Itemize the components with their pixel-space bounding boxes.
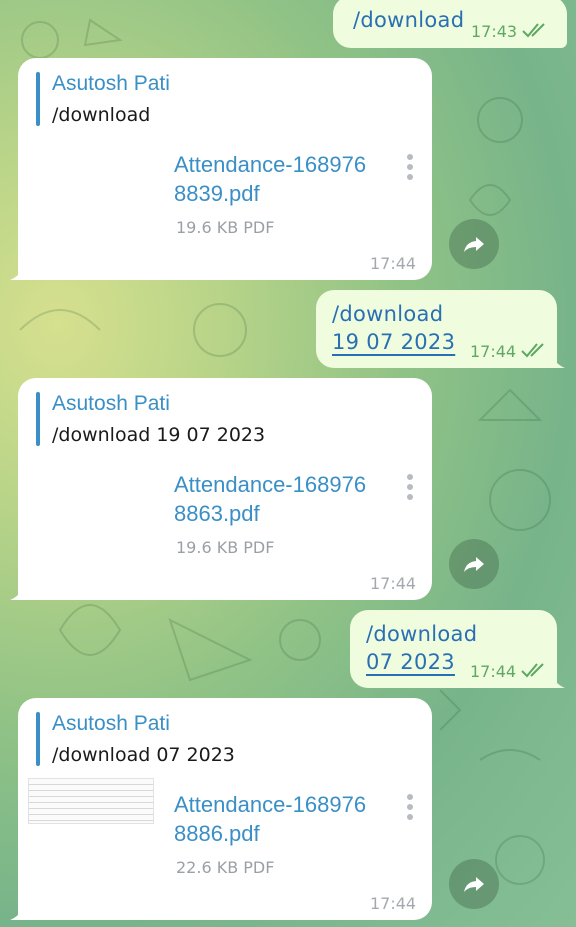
forward-arrow-icon — [464, 237, 484, 252]
reply-bar — [36, 392, 40, 446]
forward-arrow-icon — [464, 877, 484, 892]
message-time: 17:44 — [470, 662, 517, 681]
file-size: 19.6 KB PDF — [176, 218, 275, 237]
message-time: 17:44 — [370, 574, 417, 593]
file-size: 22.6 KB PDF — [176, 858, 275, 877]
bubble-tail — [10, 264, 26, 280]
outgoing-message-3[interactable]: /download 07 2023 17:44 — [350, 610, 565, 688]
quoted-command: /download — [52, 104, 151, 126]
incoming-message-1[interactable]: Asutosh Pati /download Attendance-168976… — [10, 58, 432, 280]
forward-button[interactable] — [449, 859, 499, 909]
outgoing-message-2[interactable]: /download 19 07 2023 17:44 — [316, 290, 565, 368]
file-name-line2[interactable]: 8863.pdf — [174, 499, 366, 528]
file-name-line2[interactable]: 8886.pdf — [174, 819, 366, 848]
forward-button[interactable] — [449, 539, 499, 589]
message-time: 17:44 — [370, 254, 417, 273]
reply-bar — [36, 72, 40, 126]
double-check-icon — [522, 23, 545, 38]
message-text: /download — [366, 622, 478, 646]
quoted-command: /download 07 2023 — [52, 744, 235, 766]
double-check-icon — [521, 663, 544, 678]
file-menu-icon[interactable] — [406, 474, 414, 502]
bubble-tail — [10, 584, 26, 600]
outgoing-message-1[interactable]: /download 17:43 — [333, 0, 567, 48]
date-link[interactable]: 07 2023 — [366, 650, 455, 674]
incoming-message-3[interactable]: Asutosh Pati /download 07 2023 Attendanc… — [10, 698, 432, 920]
sender-name[interactable]: Asutosh Pati — [52, 712, 170, 736]
file-name[interactable]: Attendance-168976 8863.pdf — [174, 470, 366, 528]
file-size: 19.6 KB PDF — [176, 538, 275, 557]
message-time: 17:44 — [370, 894, 417, 913]
message-text: /download — [353, 8, 465, 32]
double-check-icon — [521, 343, 544, 358]
file-name-line1[interactable]: Attendance-168976 — [174, 790, 366, 819]
file-menu-icon[interactable] — [406, 154, 414, 182]
sender-name[interactable]: Asutosh Pati — [52, 72, 170, 96]
file-name-line2[interactable]: 8839.pdf — [174, 179, 366, 208]
bubble-tail — [549, 352, 565, 368]
file-menu-icon[interactable] — [406, 794, 414, 822]
incoming-message-2[interactable]: Asutosh Pati /download 19 07 2023 Attend… — [10, 378, 432, 600]
file-name-line1[interactable]: Attendance-168976 — [174, 150, 366, 179]
bubble-tail — [549, 672, 565, 688]
forward-button[interactable] — [449, 219, 499, 269]
file-name[interactable]: Attendance-168976 8839.pdf — [174, 150, 366, 208]
pdf-thumbnail[interactable] — [28, 778, 154, 824]
quoted-command: /download 19 07 2023 — [52, 424, 266, 446]
message-time: 17:44 — [470, 342, 517, 361]
file-name[interactable]: Attendance-168976 8886.pdf — [174, 790, 366, 848]
date-link[interactable]: 19 07 2023 — [332, 330, 455, 354]
message-time: 17:43 — [471, 22, 518, 41]
file-name-line1[interactable]: Attendance-168976 — [174, 470, 366, 499]
forward-arrow-icon — [464, 557, 484, 572]
message-text: /download — [332, 302, 444, 326]
bubble-tail — [10, 904, 26, 920]
reply-bar — [36, 712, 40, 766]
sender-name[interactable]: Asutosh Pati — [52, 392, 170, 416]
